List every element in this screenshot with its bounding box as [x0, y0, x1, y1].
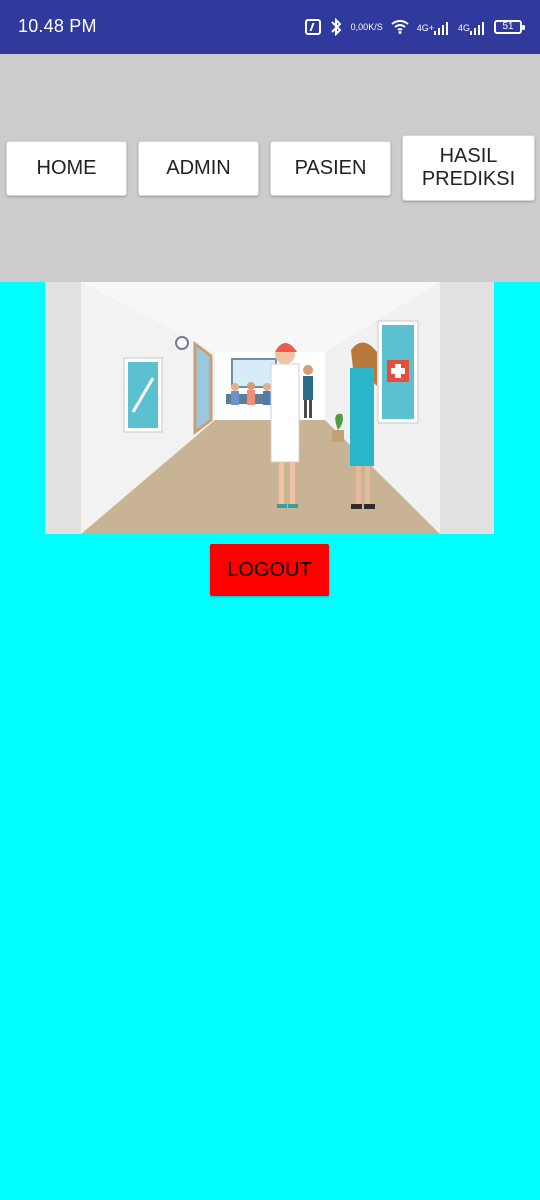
network-speed: 0,00 K/S	[350, 21, 383, 32]
signal-label-2: 4G	[457, 23, 470, 33]
network-speed-unit: K/S	[368, 21, 383, 32]
status-bar: 10.48 PM 0,00 K/S 4G+ 4G 51	[0, 0, 540, 54]
battery-level: 51	[502, 21, 514, 32]
wifi-icon	[391, 20, 409, 34]
hasil-prediksi-label-line1: HASIL	[439, 145, 498, 167]
admin-button[interactable]: ADMIN	[138, 141, 259, 196]
network-speed-value: 0,00	[350, 21, 369, 32]
status-icons: 0,00 K/S 4G+ 4G 51	[304, 12, 525, 42]
hasil-prediksi-label-line2: PREDIKSI	[421, 168, 516, 190]
bluetooth-icon	[329, 18, 343, 36]
cell-signal-icon: 4G+	[417, 19, 450, 35]
top-navigation: HOME ADMIN PASIEN HASIL PREDIKSI	[0, 54, 540, 282]
nfc-icon	[304, 19, 321, 35]
logout-button[interactable]: LOGOUT	[210, 544, 329, 596]
battery-icon: 51	[494, 20, 525, 34]
cell-signal-2-icon: 4G	[458, 19, 486, 35]
status-time: 10.48 PM	[18, 16, 97, 36]
hasil-prediksi-button[interactable]: HASIL PREDIKSI	[402, 135, 535, 201]
home-button[interactable]: HOME	[6, 141, 127, 196]
hospital-illustration	[45, 282, 494, 534]
signal-label-1: 4G+	[416, 23, 434, 33]
pasien-button[interactable]: PASIEN	[270, 141, 391, 196]
